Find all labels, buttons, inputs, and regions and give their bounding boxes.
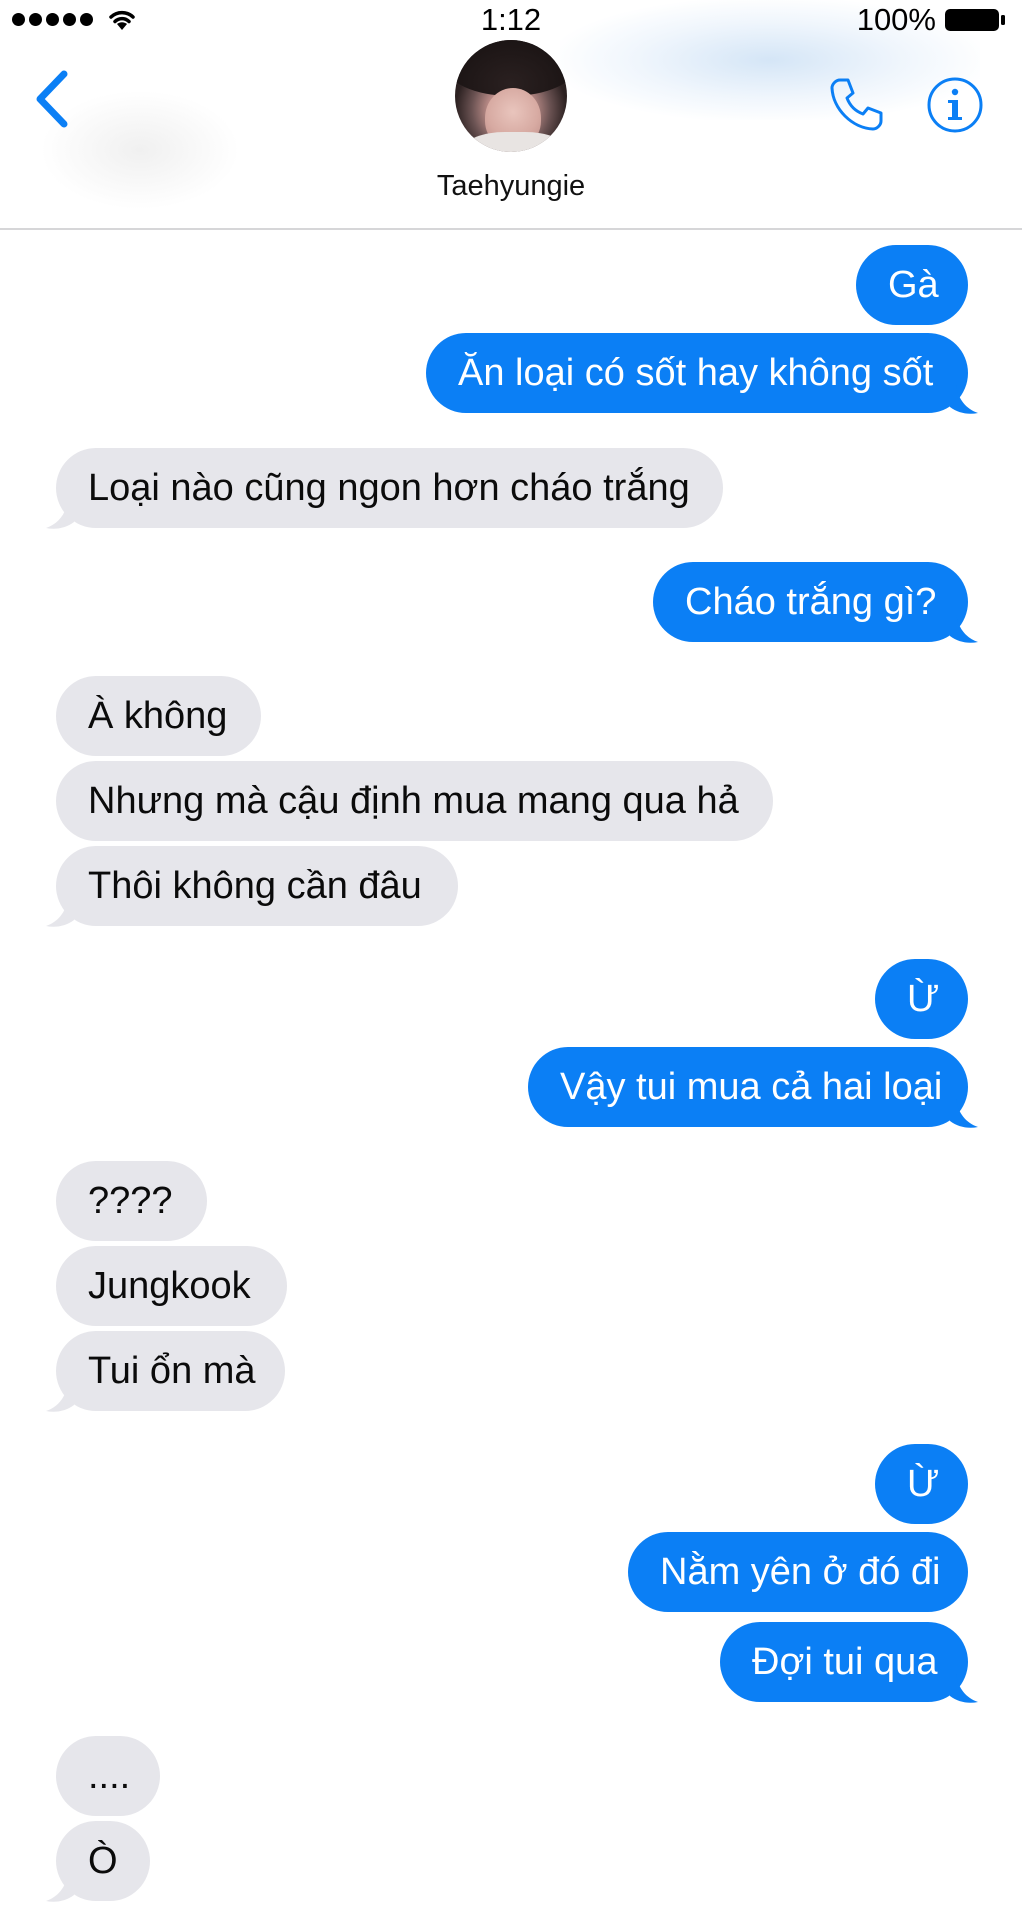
message-text: Ăn loại có sốt hay không sốt: [458, 352, 934, 394]
outgoing-message-bubble[interactable]: Vậy tui mua cả hai loại: [528, 1047, 968, 1127]
incoming-message-bubble[interactable]: À không: [56, 676, 261, 756]
outgoing-message-bubble[interactable]: Đợi tui qua: [720, 1622, 968, 1702]
message-text: Tui ổn mà: [88, 1350, 256, 1392]
status-bar: 1:12 100%: [0, 0, 1022, 40]
incoming-message-bubble[interactable]: Jungkook: [56, 1246, 287, 1326]
outgoing-message-bubble[interactable]: Cháo trắng gì?: [653, 562, 968, 642]
message-text: Cháo trắng gì?: [685, 581, 937, 623]
bubble-tail: [46, 500, 74, 529]
message-text: À không: [88, 695, 228, 737]
incoming-message-bubble[interactable]: ....: [56, 1736, 160, 1816]
battery-percent: 100%: [856, 2, 936, 37]
info-button[interactable]: [926, 76, 984, 134]
outgoing-message-bubble[interactable]: Ừ: [875, 1444, 968, 1524]
message-text: Jungkook: [88, 1265, 251, 1307]
message-text: Vậy tui mua cả hai loại: [560, 1066, 943, 1108]
phone-icon: [830, 78, 883, 131]
message-text: ....: [88, 1755, 131, 1797]
battery-icon: [945, 9, 1005, 31]
bubble-tail: [46, 1873, 74, 1902]
header-divider: [0, 228, 1022, 230]
chevron-left-icon: [36, 70, 68, 128]
back-button[interactable]: [30, 68, 74, 130]
bubble-tail: [46, 898, 74, 927]
incoming-message-bubble[interactable]: Tui ổn mà: [56, 1331, 285, 1411]
message-text: Gà: [888, 264, 939, 306]
outgoing-message-bubble[interactable]: Gà: [856, 245, 968, 325]
info-icon: [927, 77, 983, 133]
incoming-message-bubble[interactable]: ????: [56, 1161, 207, 1241]
message-text: Đợi tui qua: [752, 1641, 938, 1683]
avatar-shirt: [465, 132, 565, 152]
bubble-tail: [46, 1383, 74, 1412]
outgoing-message-bubble[interactable]: Ăn loại có sốt hay không sốt: [426, 333, 968, 413]
message-text: Nhưng mà cậu định mua mang qua hả: [88, 780, 739, 822]
incoming-message-bubble[interactable]: Loại nào cũng ngon hơn cháo trắng: [56, 448, 723, 528]
incoming-message-bubble[interactable]: Nhưng mà cậu định mua mang qua hả: [56, 761, 773, 841]
contact-avatar[interactable]: [455, 40, 567, 152]
message-text: Nằm yên ở đó đi: [660, 1551, 941, 1593]
contact-name[interactable]: Taehyungie: [0, 168, 1022, 204]
message-text: Ừ: [907, 1463, 940, 1505]
incoming-message-bubble[interactable]: Thôi không cần đâu: [56, 846, 458, 926]
bubble-tail: [950, 1099, 978, 1128]
message-text: Ò: [88, 1840, 118, 1882]
outgoing-message-bubble[interactable]: Ừ: [875, 959, 968, 1039]
bubble-tail: [950, 385, 978, 414]
message-text: Loại nào cũng ngon hơn cháo trắng: [88, 467, 690, 509]
message-text: Thôi không cần đâu: [88, 865, 422, 907]
bubble-tail: [950, 1674, 978, 1703]
call-button[interactable]: [826, 74, 886, 134]
outgoing-message-bubble[interactable]: Nằm yên ở đó đi: [628, 1532, 968, 1612]
message-text: Ừ: [907, 978, 940, 1020]
message-text: ????: [88, 1180, 173, 1222]
bubble-tail: [950, 614, 978, 643]
